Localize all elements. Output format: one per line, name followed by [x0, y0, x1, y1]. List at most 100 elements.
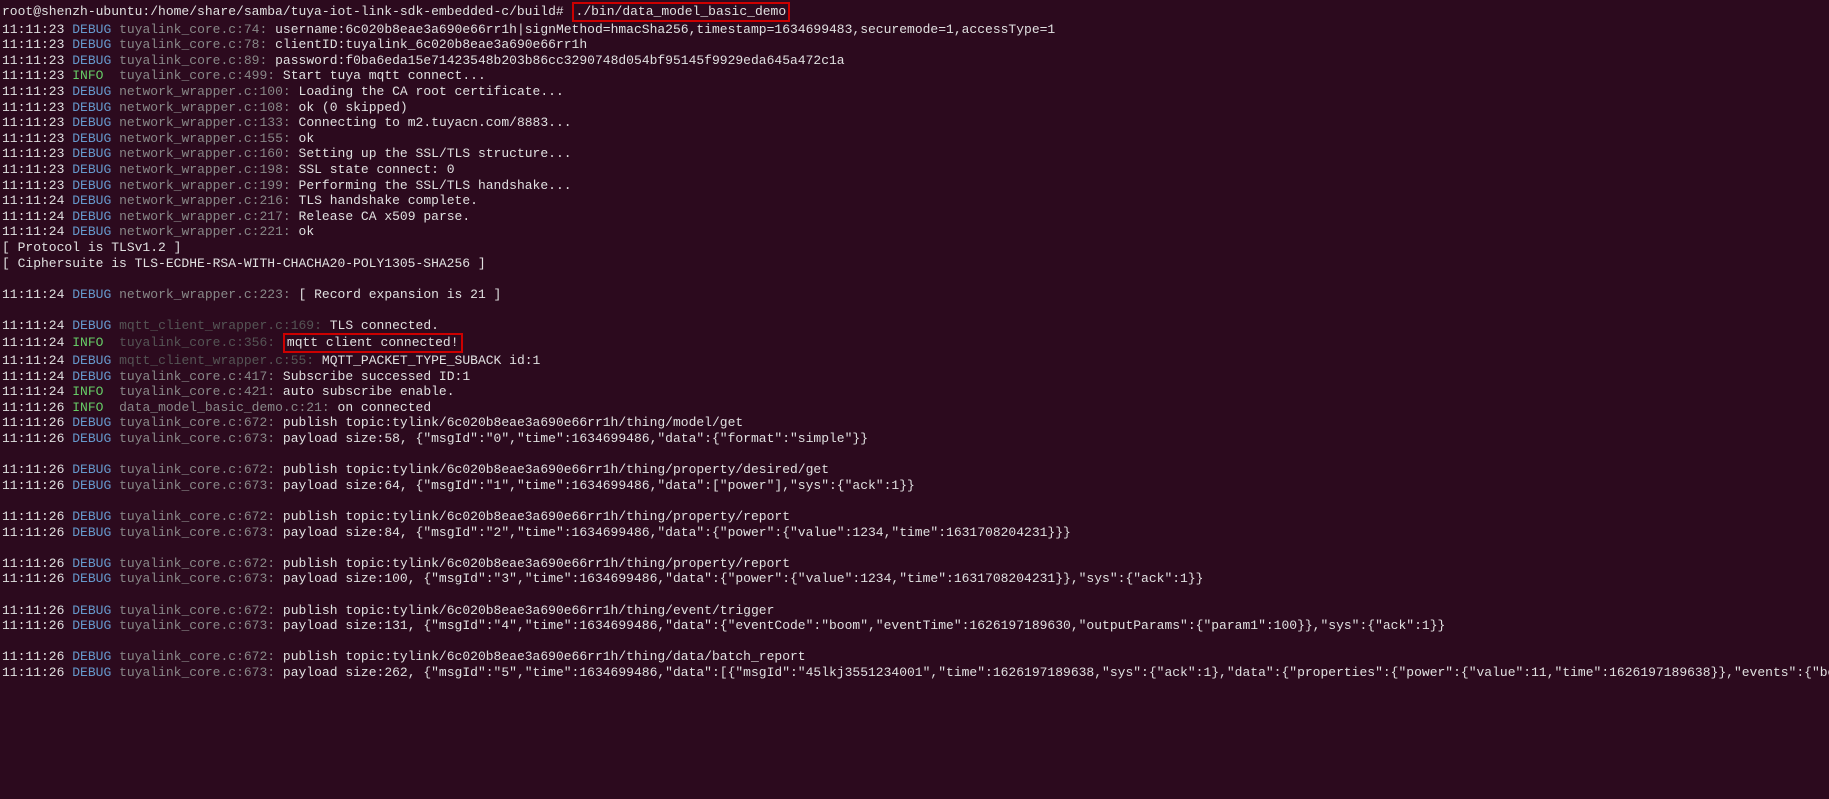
log-line: 11:11:23 DEBUG network_wrapper.c:160: Se… — [2, 146, 1827, 162]
timestamp: 11:11:24 — [2, 369, 64, 384]
log-line: 11:11:24 DEBUG network_wrapper.c:216: TL… — [2, 193, 1827, 209]
timestamp: 11:11:26 — [2, 603, 64, 618]
log-line: 11:11:26 DEBUG tuyalink_core.c:672: publ… — [2, 509, 1827, 525]
log-message: payload size:58, {"msgId":"0","time":163… — [283, 431, 868, 446]
log-level: DEBUG — [72, 193, 111, 208]
timestamp: 11:11:26 — [2, 509, 64, 524]
connected-highlight: mqtt client connected! — [283, 333, 463, 353]
source-file: tuyalink_core.c:356: — [119, 335, 275, 350]
log-line: 11:11:23 DEBUG network_wrapper.c:198: SS… — [2, 162, 1827, 178]
log-message: publish topic:tylink/6c020b8eae3a690e66r… — [283, 462, 829, 477]
log-line: 11:11:26 INFO data_model_basic_demo.c:21… — [2, 400, 1827, 416]
source-file: network_wrapper.c:198: — [119, 162, 291, 177]
log-line: 11:11:26 DEBUG tuyalink_core.c:672: publ… — [2, 462, 1827, 478]
log-line: 11:11:24 INFO tuyalink_core.c:421: auto … — [2, 384, 1827, 400]
source-file: tuyalink_core.c:672: — [119, 649, 275, 664]
log-level: DEBUG — [72, 415, 111, 430]
log-message: MQTT_PACKET_TYPE_SUBACK id:1 — [322, 353, 540, 368]
source-file: network_wrapper.c:216: — [119, 193, 291, 208]
log-line: 11:11:26 DEBUG tuyalink_core.c:673: payl… — [2, 431, 1827, 447]
log-line: 11:11:24 DEBUG tuyalink_core.c:417: Subs… — [2, 369, 1827, 385]
log-message: publish topic:tylink/6c020b8eae3a690e66r… — [283, 415, 743, 430]
log-level: DEBUG — [72, 162, 111, 177]
log-line: 11:11:23 DEBUG network_wrapper.c:133: Co… — [2, 115, 1827, 131]
source-file: tuyalink_core.c:421: — [119, 384, 275, 399]
log-message: payload size:262, {"msgId":"5","time":16… — [283, 665, 1829, 680]
command-highlight: ./bin/data_model_basic_demo — [572, 2, 791, 22]
timestamp: 11:11:24 — [2, 224, 64, 239]
timestamp: 11:11:23 — [2, 115, 64, 130]
log-message: [ Record expansion is 21 ] — [299, 287, 502, 302]
source-file: tuyalink_core.c:672: — [119, 603, 275, 618]
log-message: auto subscribe enable. — [283, 384, 455, 399]
timestamp: 11:11:23 — [2, 37, 64, 52]
log-line: 11:11:24 DEBUG network_wrapper.c:221: ok — [2, 224, 1827, 240]
log-message: publish topic:tylink/6c020b8eae3a690e66r… — [283, 603, 774, 618]
terminal-output[interactable]: root@shenzh-ubuntu:/home/share/samba/tuy… — [2, 2, 1827, 681]
timestamp: 11:11:23 — [2, 53, 64, 68]
timestamp: 11:11:23 — [2, 68, 64, 83]
source-file: tuyalink_core.c:673: — [119, 571, 275, 586]
source-file: network_wrapper.c:160: — [119, 146, 291, 161]
log-level: DEBUG — [72, 115, 111, 130]
source-file: network_wrapper.c:223: — [119, 287, 291, 302]
shell-prompt: root@shenzh-ubuntu:/home/share/samba/tuy… — [2, 4, 564, 19]
log-line: 11:11:26 DEBUG tuyalink_core.c:672: publ… — [2, 556, 1827, 572]
log-line: 11:11:26 DEBUG tuyalink_core.c:672: publ… — [2, 415, 1827, 431]
log-message: ok — [299, 131, 315, 146]
log-message: username:6c020b8eae3a690e66rr1h|signMeth… — [275, 22, 1055, 37]
log-line: 11:11:23 DEBUG tuyalink_core.c:74: usern… — [2, 22, 1827, 38]
log-level: DEBUG — [72, 618, 111, 633]
log-level: DEBUG — [72, 556, 111, 571]
log-message: Release CA x509 parse. — [299, 209, 471, 224]
prompt-line: root@shenzh-ubuntu:/home/share/samba/tuy… — [2, 2, 1827, 22]
blank-line — [2, 447, 1827, 463]
log-level: DEBUG — [72, 209, 111, 224]
log-line: 11:11:23 INFO tuyalink_core.c:499: Start… — [2, 68, 1827, 84]
log-level: DEBUG — [72, 53, 111, 68]
timestamp: 11:11:26 — [2, 478, 64, 493]
log-message: ok (0 skipped) — [299, 100, 408, 115]
source-file: network_wrapper.c:133: — [119, 115, 291, 130]
protocol-info: [ Ciphersuite is TLS-ECDHE-RSA-WITH-CHAC… — [2, 256, 1827, 272]
log-level: DEBUG — [72, 431, 111, 446]
timestamp: 11:11:26 — [2, 665, 64, 680]
log-message: SSL state connect: 0 — [299, 162, 455, 177]
timestamp: 11:11:23 — [2, 146, 64, 161]
timestamp: 11:11:23 — [2, 162, 64, 177]
log-level: DEBUG — [72, 649, 111, 664]
timestamp: 11:11:24 — [2, 193, 64, 208]
log-message: publish topic:tylink/6c020b8eae3a690e66r… — [283, 509, 790, 524]
log-level: DEBUG — [72, 509, 111, 524]
source-file: tuyalink_core.c:78: — [119, 37, 267, 52]
log-line: 11:11:24 INFO tuyalink_core.c:356: mqtt … — [2, 333, 1827, 353]
log-line: 11:11:24 DEBUG mqtt_client_wrapper.c:55:… — [2, 353, 1827, 369]
log-line: 11:11:23 DEBUG network_wrapper.c:199: Pe… — [2, 178, 1827, 194]
source-file: tuyalink_core.c:673: — [119, 665, 275, 680]
source-file: tuyalink_core.c:417: — [119, 369, 275, 384]
timestamp: 11:11:26 — [2, 415, 64, 430]
source-file: tuyalink_core.c:673: — [119, 478, 275, 493]
source-file: data_model_basic_demo.c:21: — [119, 400, 330, 415]
source-file: network_wrapper.c:100: — [119, 84, 291, 99]
timestamp: 11:11:26 — [2, 649, 64, 664]
timestamp: 11:11:23 — [2, 84, 64, 99]
log-message: publish topic:tylink/6c020b8eae3a690e66r… — [283, 556, 790, 571]
log-message: publish topic:tylink/6c020b8eae3a690e66r… — [283, 649, 806, 664]
timestamp: 11:11:26 — [2, 400, 64, 415]
log-message: Loading the CA root certificate... — [299, 84, 564, 99]
timestamp: 11:11:23 — [2, 22, 64, 37]
source-file: network_wrapper.c:108: — [119, 100, 291, 115]
log-message: on connected — [338, 400, 432, 415]
log-message: Performing the SSL/TLS handshake... — [299, 178, 572, 193]
log-line: 11:11:23 DEBUG tuyalink_core.c:89: passw… — [2, 53, 1827, 69]
timestamp: 11:11:24 — [2, 318, 64, 333]
log-message: clientID:tuyalink_6c020b8eae3a690e66rr1h — [275, 37, 587, 52]
source-file: tuyalink_core.c:499: — [119, 68, 275, 83]
log-line: 11:11:24 DEBUG network_wrapper.c:217: Re… — [2, 209, 1827, 225]
protocol-info: [ Protocol is TLSv1.2 ] — [2, 240, 1827, 256]
timestamp: 11:11:26 — [2, 556, 64, 571]
log-line: 11:11:23 DEBUG tuyalink_core.c:78: clien… — [2, 37, 1827, 53]
log-message: Setting up the SSL/TLS structure... — [299, 146, 572, 161]
log-line: 11:11:23 DEBUG network_wrapper.c:155: ok — [2, 131, 1827, 147]
